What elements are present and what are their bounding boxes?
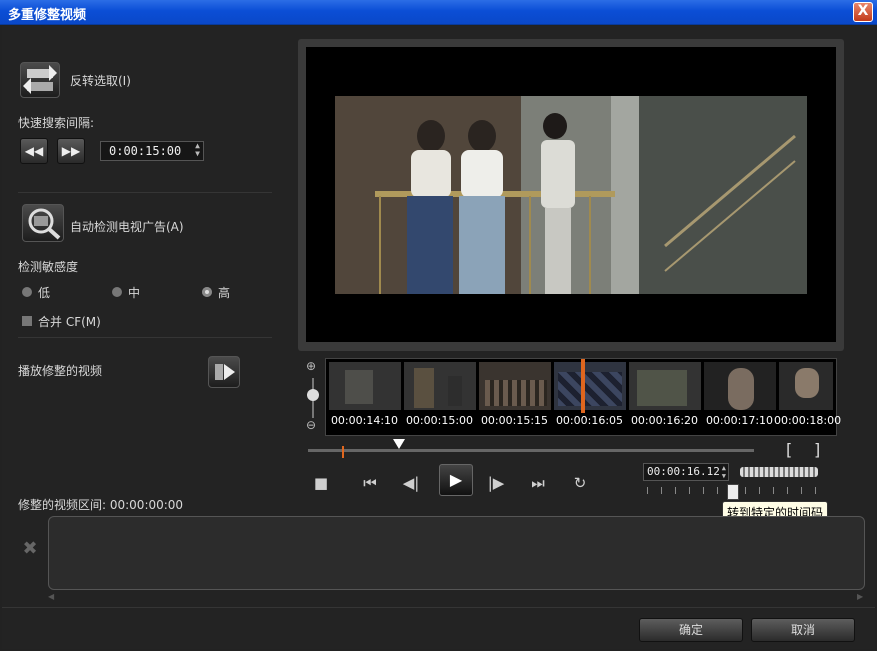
- thumb-time: 00:00:14:10: [330, 414, 399, 427]
- dialog-body: 反转选取(I) 快速搜索间隔: ◀◀ ▶▶ 0:00:15:00 ▲ ▼ 自动检测…: [2, 26, 875, 649]
- repeat-icon[interactable]: ↻: [568, 472, 592, 494]
- delete-icon[interactable]: ✖: [16, 536, 44, 562]
- mark-in-marker[interactable]: [342, 446, 344, 458]
- merge-cf-label: 合并 CF(M): [38, 315, 101, 329]
- thumbnail[interactable]: [479, 362, 551, 410]
- mark-in-button[interactable]: [: [786, 440, 792, 459]
- fast-search-label: 快速搜索间隔:: [18, 116, 95, 130]
- close-button[interactable]: X: [853, 2, 873, 22]
- detect-ads-label[interactable]: 自动检测电视广告(A): [70, 218, 184, 235]
- detect-ads-icon[interactable]: [22, 204, 64, 242]
- sensitivity-low-radio[interactable]: [21, 286, 33, 298]
- mark-out-button[interactable]: ]: [814, 440, 820, 459]
- preview-screen: [306, 47, 836, 342]
- thumb-time: 00:00:16:20: [630, 414, 699, 427]
- zoom-out-icon[interactable]: ⊖: [306, 418, 316, 432]
- timecode-field[interactable]: 00:00:16.12 ▲ ▼: [643, 463, 729, 481]
- jog-wheel[interactable]: [740, 467, 818, 477]
- play-trimmed-label: 播放修整的视频: [18, 364, 103, 378]
- forward-button[interactable]: ▶▶: [57, 138, 85, 164]
- thumb-time: 00:00:18:00: [774, 414, 842, 427]
- play-button[interactable]: ▶: [439, 464, 473, 496]
- preview-frame: [298, 39, 844, 351]
- thumbnail[interactable]: [404, 362, 476, 410]
- sensitivity-high-label: 高: [218, 286, 231, 300]
- thumb-time: 00:00:15:15: [480, 414, 549, 427]
- divider: [18, 192, 272, 193]
- footer-divider: [2, 607, 875, 608]
- window-title: 多重修整视频: [8, 8, 87, 23]
- next-frame-icon[interactable]: |▶: [484, 472, 508, 494]
- invert-selection-icon[interactable]: [20, 62, 60, 98]
- spin-icon[interactable]: ▲ ▼: [195, 142, 200, 158]
- invert-selection-label[interactable]: 反转选取(I): [70, 72, 131, 89]
- spin-icon[interactable]: ▲ ▼: [722, 464, 726, 480]
- interval-field[interactable]: 0:00:15:00 ▲ ▼: [100, 141, 204, 161]
- scrub-thumb[interactable]: [393, 439, 405, 449]
- interval-value: 0:00:15:00: [109, 144, 182, 158]
- zoom-slider-thumb[interactable]: [307, 389, 319, 401]
- play-icon: ▶: [449, 470, 463, 489]
- thumb-time: 00:00:17:10: [705, 414, 774, 427]
- go-start-icon[interactable]: ⏮: [358, 472, 382, 494]
- playhead-marker[interactable]: [581, 359, 585, 413]
- scroll-right-icon[interactable]: ▶: [857, 592, 863, 601]
- sensitivity-high-radio[interactable]: [201, 286, 213, 298]
- ok-button[interactable]: 确定: [639, 618, 743, 642]
- rewind-button[interactable]: ◀◀: [20, 138, 48, 164]
- sensitivity-mid-label: 中: [128, 286, 141, 300]
- trimmed-range-label: 修整的视频区间: 00:00:00:00: [18, 498, 184, 512]
- sensitivity-label: 检测敏感度: [18, 260, 79, 274]
- merge-cf-checkbox[interactable]: [21, 315, 33, 327]
- sensitivity-low-label: 低: [38, 286, 51, 300]
- prev-frame-icon[interactable]: ◀|: [399, 472, 423, 494]
- title-bar: 多重修整视频 X: [0, 0, 877, 25]
- thumbnail[interactable]: [329, 362, 401, 410]
- go-end-icon[interactable]: ⏭: [526, 472, 550, 494]
- thumbnail[interactable]: [779, 362, 833, 410]
- film-play-icon: [215, 364, 235, 380]
- shuttle-thumb[interactable]: [727, 484, 739, 500]
- thumb-time: 00:00:15:00: [405, 414, 474, 427]
- sensitivity-mid-radio[interactable]: [111, 286, 123, 298]
- magnifier-icon: [28, 208, 61, 240]
- thumbnail[interactable]: [704, 362, 776, 410]
- play-trimmed-button[interactable]: [208, 356, 240, 388]
- swap-arrows-icon: [23, 65, 57, 94]
- trimmed-clips-panel[interactable]: [48, 516, 865, 590]
- thumb-time: 00:00:16:05: [555, 414, 624, 427]
- scroll-left-icon[interactable]: ◀: [48, 592, 54, 601]
- video-frame-image: [335, 96, 807, 294]
- timecode-value: 00:00:16.12: [647, 465, 720, 478]
- scrub-track[interactable]: [308, 449, 754, 452]
- thumbnail[interactable]: [554, 362, 626, 410]
- thumbnail-strip[interactable]: 00:00:14:10 00:00:15:00 00:00:15:15 00:0…: [325, 358, 842, 436]
- dialog-window: 多重修整视频 X 反转选取(I) 快速搜索间隔: ◀◀ ▶▶ 0:00:15:0…: [0, 0, 877, 651]
- zoom-in-icon[interactable]: ⊕: [306, 359, 316, 373]
- divider: [18, 337, 272, 338]
- cancel-button[interactable]: 取消: [751, 618, 855, 642]
- stop-icon[interactable]: ■: [309, 472, 333, 494]
- thumbnail[interactable]: [629, 362, 701, 410]
